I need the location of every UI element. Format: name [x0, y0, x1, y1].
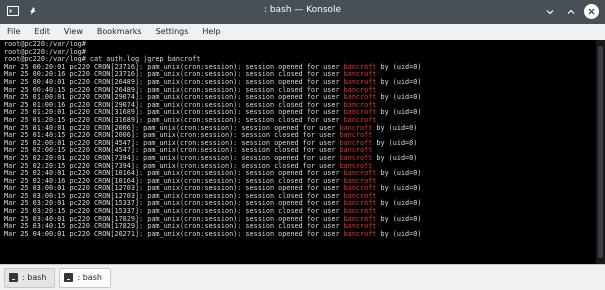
menu-bar: File Edit View Bookmarks Settings Help: [0, 24, 605, 40]
menu-file[interactable]: File: [0, 24, 27, 40]
tab-label: : bash: [77, 273, 102, 282]
menu-settings[interactable]: Settings: [149, 24, 196, 40]
menu-edit[interactable]: Edit: [27, 24, 57, 40]
tab-label: : bash: [22, 273, 47, 282]
terminal-area[interactable]: root@pc220:/var/log# root@pc220:/var/log#…: [0, 40, 605, 264]
scrollbar-thumb[interactable]: [598, 46, 603, 258]
tab-bar: : bash : bash: [0, 264, 605, 290]
menu-help[interactable]: Help: [195, 24, 227, 40]
scrollbar[interactable]: [596, 40, 605, 264]
close-button[interactable]: [584, 4, 599, 19]
tab-bash-1[interactable]: : bash: [4, 267, 56, 288]
tab-bash-2[interactable]: : bash: [59, 267, 111, 288]
terminal-icon: [64, 273, 74, 282]
menu-view[interactable]: View: [57, 24, 90, 40]
minimize-button[interactable]: [542, 4, 557, 19]
terminal-output: root@pc220:/var/log# root@pc220:/var/log#…: [4, 41, 592, 263]
terminal-line: root@pc220:/var/log#: [4, 41, 86, 48]
window-title: : bash — Konsole: [263, 5, 342, 15]
terminal-line: Mar 25 04:00:01 pc220 CRON[20271]: pam_u…: [4, 229, 422, 238]
terminal-icon: [9, 273, 18, 282]
title-bar[interactable]: : bash — Konsole: [0, 0, 605, 24]
maximize-button[interactable]: [563, 4, 578, 19]
highlighted-username: bancroft: [343, 229, 377, 238]
konsole-window: : bash — Konsole File Edit View Bookmark…: [0, 0, 605, 290]
menu-bookmarks[interactable]: Bookmarks: [90, 24, 149, 40]
